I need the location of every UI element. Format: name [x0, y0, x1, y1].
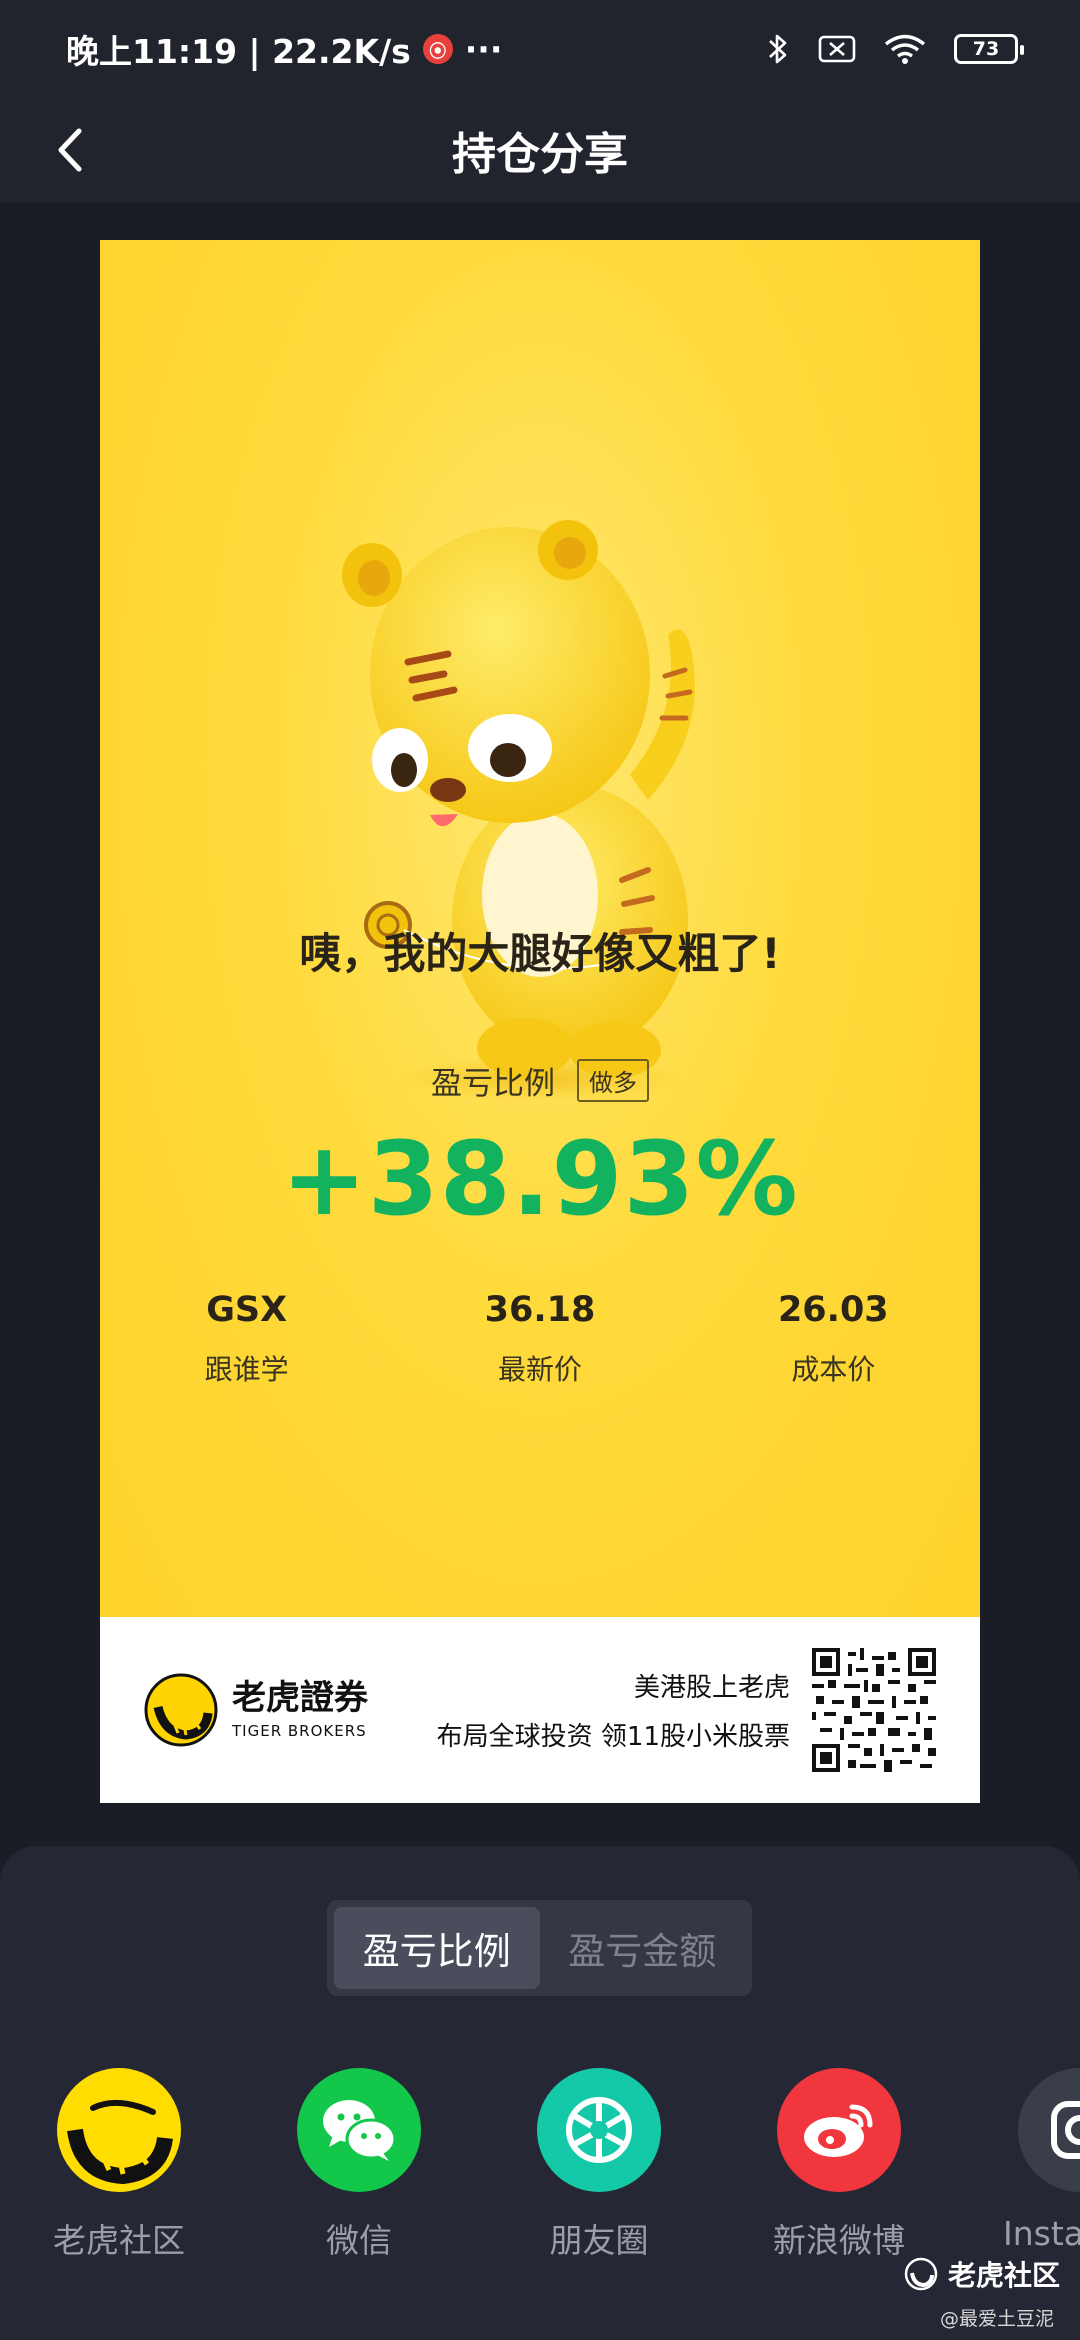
status-time-speed: 晚上11:19 | 22.2K/s	[66, 32, 411, 71]
wifi-icon	[884, 34, 926, 64]
stat-label: 最新价	[497, 1353, 582, 1386]
share-instagram[interactable]: Insta	[999, 2068, 1080, 2253]
stat-value: 26.03	[777, 1290, 889, 1330]
battery-level: 73	[972, 38, 1000, 60]
ratio-row: 盈亏比例 做多	[100, 1058, 980, 1103]
netease-music-icon: ⦿	[422, 34, 453, 64]
tiger-community-icon	[57, 2068, 181, 2192]
share-label: 微信	[326, 2221, 392, 2260]
share-weibo[interactable]: 新浪微博	[759, 2068, 919, 2262]
weibo-glyph	[804, 2104, 873, 2157]
card-main: 咦，我的大腿好像又粗了! 盈亏比例 做多 +38.93% GSX 跟谁学 36.…	[100, 240, 980, 1617]
promo-line-1: 美港股上老虎	[633, 1673, 790, 1703]
metric-toggle: 盈亏比例 盈亏金额	[327, 1900, 752, 1996]
watermark-author: @最爱土豆泥	[940, 2308, 1055, 2330]
card-footer: 老虎證券 TIGER BROKERS 美港股上老虎 布局全球投资 领11股小米股…	[100, 1617, 980, 1803]
moments-icon	[537, 2068, 661, 2192]
share-card: 咦，我的大腿好像又粗了! 盈亏比例 做多 +38.93% GSX 跟谁学 36.…	[100, 240, 980, 1803]
share-label: 老虎社区	[53, 2221, 185, 2260]
brand-text: 老虎證券 TIGER BROKERS	[232, 1678, 368, 1740]
stat-label: 跟谁学	[204, 1353, 289, 1386]
toggle-profit-amount[interactable]: 盈亏金额	[540, 1907, 746, 1989]
brand-logo: 老虎證券 TIGER BROKERS	[144, 1673, 374, 1747]
stats-row: GSX 跟谁学 36.18 最新价 26.03 成本价	[100, 1290, 980, 1388]
tiger-watermark-icon	[904, 2257, 938, 2291]
promo-text: 美港股上老虎 布局全球投资 领11股小米股票	[374, 1667, 812, 1753]
toggle-profit-ratio[interactable]: 盈亏比例	[334, 1907, 540, 1989]
tiger-logo-icon	[144, 1673, 218, 1747]
watermark: 老虎社区	[904, 2254, 1060, 2294]
ratio-label: 盈亏比例	[431, 1066, 555, 1102]
nav-bar: 持仓分享	[0, 98, 1080, 202]
share-headline: 咦，我的大腿好像又粗了!	[299, 929, 781, 978]
status-left: 晚上11:19 | 22.2K/s ⦿ ···	[66, 25, 766, 73]
brand-name-cn: 老虎證券	[232, 1678, 368, 1719]
wechat-icon	[297, 2068, 421, 2192]
stat-cost-price: 26.03 成本价	[687, 1290, 980, 1388]
share-moments[interactable]: 朋友圈	[519, 2068, 679, 2262]
battery-icon: 73	[954, 34, 1024, 64]
bluetooth-icon	[769, 34, 787, 64]
weibo-icon	[777, 2068, 901, 2192]
wechat-glyph	[323, 2100, 397, 2161]
stat-latest-price: 36.18 最新价	[393, 1290, 686, 1388]
promo-line-2: 布局全球投资 领11股小米股票	[436, 1722, 790, 1752]
position-direction-badge: 做多	[577, 1059, 649, 1102]
stat-value: GSX	[206, 1290, 288, 1330]
tiger-logo-mark	[67, 2099, 173, 2185]
chevron-left-icon	[58, 128, 82, 172]
share-label: 朋友圈	[549, 2221, 649, 2260]
back-button[interactable]	[40, 120, 100, 180]
brand-name-en: TIGER BROKERS	[232, 1721, 367, 1740]
aperture-glyph	[566, 2097, 632, 2163]
page-title: 持仓分享	[452, 129, 628, 180]
share-tiger-community[interactable]: 老虎社区	[39, 2068, 199, 2262]
status-right: 73	[766, 32, 1024, 66]
tiger-mascot-illustration	[342, 520, 695, 1100]
status-more-icon: ···	[464, 29, 503, 69]
camera-glyph	[1051, 2101, 1080, 2159]
no-sim-icon	[818, 35, 856, 63]
instagram-icon	[1018, 2068, 1080, 2192]
share-label: 新浪微博	[773, 2221, 905, 2260]
stat-label: 成本价	[791, 1353, 876, 1386]
share-wechat[interactable]: 微信	[279, 2068, 439, 2262]
watermark-title: 老虎社区	[948, 2259, 1061, 2292]
qr-code-icon	[812, 1648, 936, 1772]
share-targets-row: 老虎社区 微信 朋友圈 新浪微博 Insta	[0, 2068, 1080, 2268]
ratio-value: +38.93%	[281, 1120, 799, 1239]
status-bar: 晚上11:19 | 22.2K/s ⦿ ··· 73	[0, 0, 1080, 98]
share-label: Insta	[1003, 2214, 1080, 2253]
stat-value: 36.18	[484, 1290, 596, 1330]
stat-symbol: GSX 跟谁学	[100, 1290, 393, 1388]
